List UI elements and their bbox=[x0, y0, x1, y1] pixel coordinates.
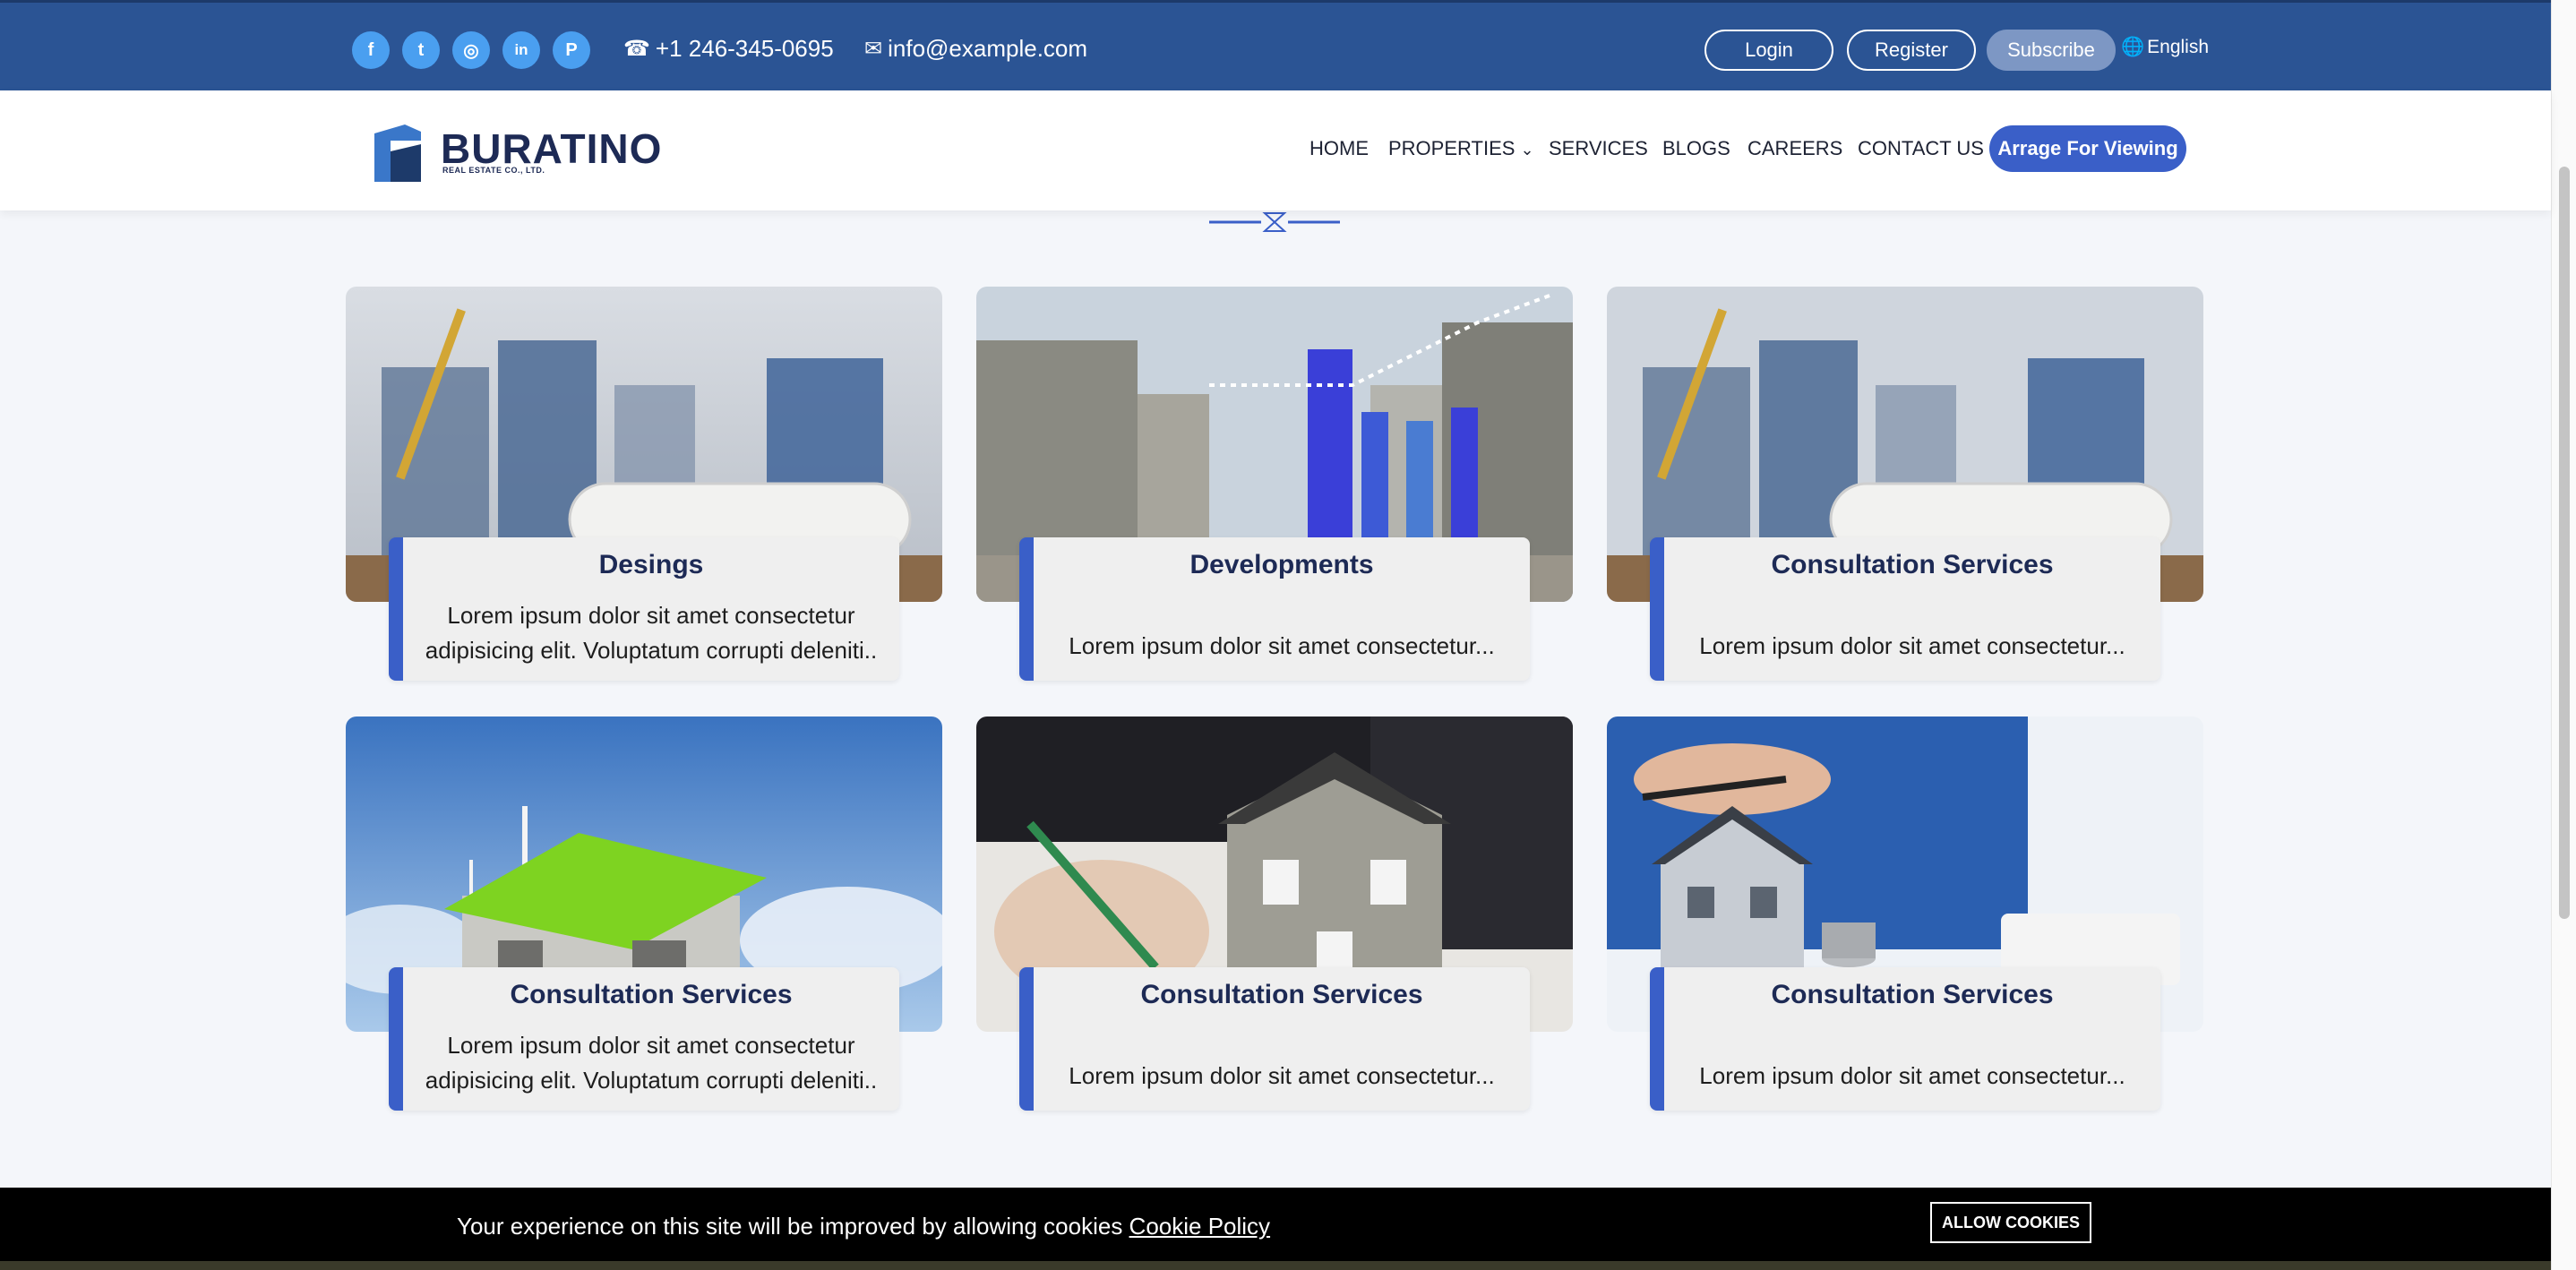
scrollbar-thumb[interactable] bbox=[2559, 167, 2570, 919]
register-button[interactable]: Register bbox=[1847, 30, 1976, 71]
nav-properties[interactable]: PROPERTIES ⌄ bbox=[1388, 137, 1534, 160]
service-card-description: Lorem ipsum dolor sit amet consectetur a… bbox=[425, 602, 878, 664]
service-card-panel: Consultation Services Lorem ipsum dolor … bbox=[389, 967, 899, 1111]
nav-careers[interactable]: CAREERS bbox=[1747, 137, 1842, 160]
nav-properties-label: PROPERTIES bbox=[1388, 137, 1516, 159]
service-card-description: Lorem ipsum dolor sit amet consectetur..… bbox=[1069, 1062, 1495, 1089]
allow-cookies-button[interactable]: ALLOW COOKIES bbox=[1930, 1202, 2091, 1243]
service-card-panel: Consultation Services Lorem ipsum dolor … bbox=[1650, 967, 2160, 1111]
service-card-panel: Developments Lorem ipsum dolor sit amet … bbox=[1019, 537, 1530, 681]
login-button[interactable]: Login bbox=[1704, 30, 1833, 71]
nav-contact-us[interactable]: CONTACT US bbox=[1858, 137, 1984, 160]
service-card-description: Lorem ipsum dolor sit amet consectetur..… bbox=[1069, 632, 1495, 659]
arrange-viewing-button[interactable]: Arrage For Viewing bbox=[1989, 125, 2186, 172]
email-contact[interactable]: ✉ info@example.com bbox=[864, 35, 1087, 63]
envelope-icon: ✉ bbox=[864, 37, 883, 61]
service-card-title[interactable]: Developments bbox=[1034, 550, 1530, 580]
pinterest-icon[interactable]: P bbox=[553, 31, 590, 69]
cookie-consent-bar: Your experience on this site will be imp… bbox=[0, 1188, 2551, 1261]
facebook-icon[interactable]: f bbox=[352, 31, 390, 69]
phone-number: +1 246-345-0695 bbox=[655, 35, 834, 62]
service-card-description: Lorem ipsum dolor sit amet consectetur..… bbox=[1699, 1062, 2125, 1089]
service-card-panel: Consultation Services Lorem ipsum dolor … bbox=[1650, 537, 2160, 681]
language-label: English bbox=[2147, 37, 2210, 57]
page-scrollbar[interactable] bbox=[2551, 0, 2576, 1270]
cookie-message: Your experience on this site will be imp… bbox=[457, 1213, 1270, 1240]
instagram-icon[interactable]: ◎ bbox=[452, 31, 490, 69]
nav-blogs[interactable]: BLOGS bbox=[1662, 137, 1730, 160]
globe-icon: 🌐 bbox=[2121, 37, 2145, 57]
cookie-policy-link[interactable]: Cookie Policy bbox=[1129, 1213, 1271, 1240]
subscribe-button[interactable]: Subscribe bbox=[1987, 30, 2116, 71]
service-card-title[interactable]: Consultation Services bbox=[1664, 550, 2160, 580]
phone-icon: ☎ bbox=[623, 37, 650, 61]
language-selector[interactable]: 🌐 English bbox=[2121, 37, 2209, 58]
main-header: BURATINO REAL ESTATE CO., LTD. HOME PROP… bbox=[0, 90, 2551, 210]
cookie-text: Your experience on this site will be imp… bbox=[457, 1213, 1129, 1240]
linkedin-icon[interactable]: in bbox=[502, 31, 540, 69]
service-card-description: Lorem ipsum dolor sit amet consectetur a… bbox=[425, 1032, 878, 1094]
top-bar: f t ◎ in P ☎ +1 246-345-0695 ✉ info@exam… bbox=[0, 0, 2551, 90]
service-card-title[interactable]: Consultation Services bbox=[1034, 980, 1530, 1010]
nav-home[interactable]: HOME bbox=[1309, 137, 1369, 160]
nav-services[interactable]: SERVICES bbox=[1549, 137, 1648, 160]
logo-icon[interactable] bbox=[374, 124, 421, 182]
service-card-panel: Desings Lorem ipsum dolor sit amet conse… bbox=[389, 537, 899, 681]
twitter-icon[interactable]: t bbox=[402, 31, 440, 69]
service-card-description: Lorem ipsum dolor sit amet consectetur..… bbox=[1699, 632, 2125, 659]
section-divider-ornament bbox=[1209, 212, 1340, 232]
email-address: info@example.com bbox=[888, 35, 1088, 62]
service-card-title[interactable]: Consultation Services bbox=[403, 980, 899, 1010]
chevron-down-icon: ⌄ bbox=[1520, 141, 1534, 159]
service-card-title[interactable]: Consultation Services bbox=[1664, 980, 2160, 1010]
service-card-panel: Consultation Services Lorem ipsum dolor … bbox=[1019, 967, 1530, 1111]
logo-subtitle: REAL ESTATE CO., LTD. bbox=[442, 166, 545, 175]
phone-contact[interactable]: ☎ +1 246-345-0695 bbox=[623, 35, 834, 63]
footer-image-strip bbox=[0, 1261, 2551, 1270]
service-card-title[interactable]: Desings bbox=[403, 550, 899, 580]
